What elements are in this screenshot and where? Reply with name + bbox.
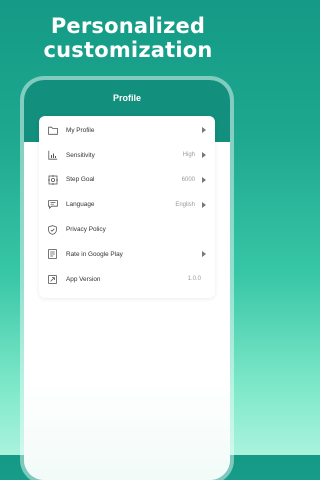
- menu-item-label: App Version: [66, 275, 101, 283]
- version-icon: [47, 274, 58, 285]
- menu-item-label: Rate in Google Play: [66, 250, 123, 258]
- menu-item-language[interactable]: Language English: [39, 192, 215, 217]
- menu-item-rate-google-play[interactable]: Rate in Google Play: [39, 242, 215, 267]
- menu-item-label: Sensitivity: [66, 151, 95, 159]
- settings-card: My Profile Sensitivity High Step Goal 60…: [39, 116, 215, 298]
- menu-item-sensitivity[interactable]: Sensitivity High: [39, 143, 215, 168]
- menu-item-label: Language: [66, 201, 95, 209]
- headline-line2: customization: [43, 38, 213, 62]
- chat-bubble-icon: [47, 199, 58, 210]
- bar-chart-icon: [47, 150, 58, 161]
- menu-item-app-version: App Version 1.0.0: [39, 267, 215, 292]
- menu-item-privacy-policy[interactable]: Privacy Policy: [39, 217, 215, 242]
- menu-item-label: My Profile: [66, 126, 95, 134]
- chevron-right-icon: [201, 151, 207, 159]
- chevron-right-icon: [201, 201, 207, 209]
- headline-line1: Personalized: [50, 14, 206, 38]
- target-icon: [47, 174, 58, 185]
- menu-item-value: 6000: [181, 176, 195, 183]
- headline: Personalized customization: [0, 14, 256, 62]
- menu-item-value: 1.0.0: [187, 276, 201, 283]
- menu-item-label: Privacy Policy: [66, 226, 106, 234]
- document-icon: [47, 249, 58, 260]
- menu-item-value: English: [175, 201, 195, 208]
- chevron-right-icon: [201, 176, 207, 184]
- menu-item-label: Step Goal: [66, 176, 95, 184]
- shield-icon: [47, 224, 58, 235]
- phone-mockup: Profile My Profile Sensitivity High Step…: [24, 80, 230, 480]
- menu-item-my-profile[interactable]: My Profile: [39, 118, 215, 143]
- folder-icon: [47, 125, 58, 136]
- chevron-right-icon: [201, 126, 207, 134]
- menu-item-value: High: [182, 152, 195, 159]
- menu-item-step-goal[interactable]: Step Goal 6000: [39, 168, 215, 193]
- page-title: Profile: [112, 93, 141, 103]
- chevron-right-icon: [201, 250, 207, 258]
